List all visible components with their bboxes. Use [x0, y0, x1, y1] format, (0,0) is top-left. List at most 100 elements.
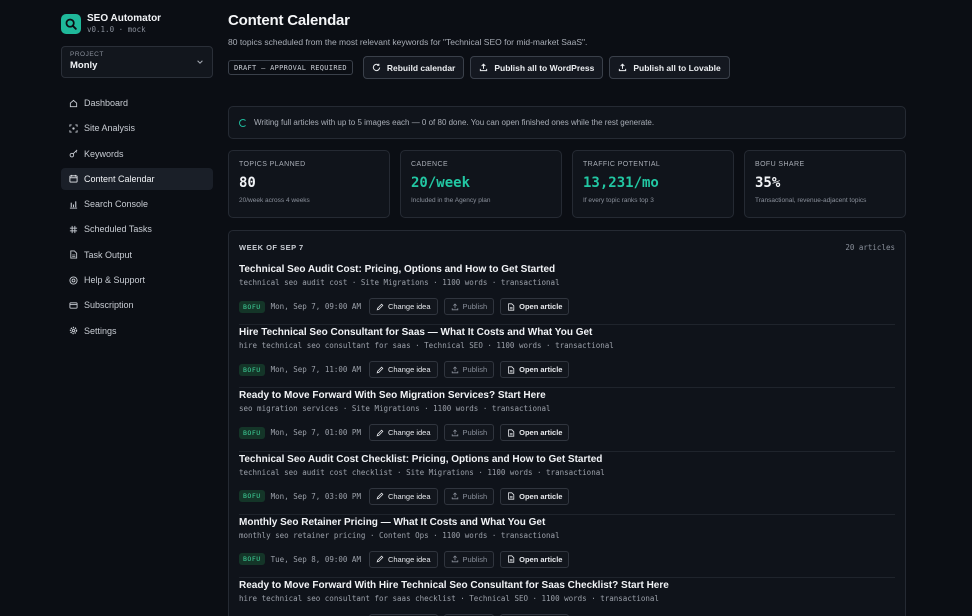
article-schedule-time: Mon, Sep 7, 03:00 PM — [270, 491, 361, 501]
document-icon — [508, 429, 515, 437]
publish-lovable-label: Publish all to Lovable — [633, 62, 721, 73]
spinner-icon — [239, 118, 247, 127]
project-label: PROJECT — [70, 51, 104, 58]
sidebar-item-settings[interactable]: Settings — [61, 320, 213, 342]
stat-card-traffic-potential: TRAFFIC POTENTIAL 13,231/mo If every top… — [572, 150, 734, 218]
article-actions: BOFU Mon, Sep 7, 11:00 AM Change idea Pu… — [239, 361, 895, 379]
sidebar-item-scheduled-tasks[interactable]: Scheduled Tasks — [61, 218, 213, 240]
article-title[interactable]: Technical Seo Audit Cost Checklist: Pric… — [239, 454, 895, 467]
pencil-icon — [376, 429, 384, 437]
sidebar-nav: Dashboard Site Analysis Keywords Content… — [61, 92, 213, 342]
article-title[interactable]: Monthly Seo Retainer Pricing — What It C… — [239, 517, 895, 530]
change-idea-label: Change idea — [387, 428, 431, 438]
calendar-icon — [69, 175, 78, 183]
publish-wordpress-button[interactable]: Publish all to WordPress — [470, 56, 604, 79]
change-idea-button[interactable]: Change idea — [368, 298, 438, 315]
publish-wordpress-label: Publish all to WordPress — [494, 62, 595, 73]
help-icon — [69, 276, 78, 285]
brand[interactable]: SEO Automator v0.1.0 · mock — [61, 12, 213, 36]
funnel-stage-badge: BOFU — [239, 553, 265, 566]
publish-button[interactable]: Publish — [443, 424, 495, 442]
refresh-icon — [372, 63, 381, 72]
article-row: Technical Seo Audit Cost: Pricing, Optio… — [239, 262, 895, 326]
open-article-label: Open article — [519, 302, 563, 311]
article-title[interactable]: Technical Seo Audit Cost: Pricing, Optio… — [239, 264, 895, 277]
stat-card-topics-planned: TOPICS PLANNED 80 20/week across 4 weeks — [228, 150, 390, 218]
article-row: Ready to Move Forward With Hire Technica… — [239, 578, 895, 616]
open-article-label: Open article — [519, 365, 563, 375]
brand-logo-icon — [61, 14, 81, 34]
publish-button[interactable]: Publish — [443, 550, 495, 568]
article-meta: hire technical seo consultant for saas c… — [239, 593, 659, 603]
change-idea-button[interactable]: Change idea — [368, 361, 438, 379]
document-icon — [508, 302, 515, 311]
chevron-down-icon — [197, 60, 203, 64]
project-value: Monly — [70, 60, 98, 71]
home-icon — [69, 99, 78, 107]
publish-label: Publish — [462, 365, 488, 375]
week-header: WEEK OF SEP 7 20 articles — [239, 241, 895, 253]
open-article-button[interactable]: Open article — [500, 361, 570, 379]
sidebar-item-keywords[interactable]: Keywords — [61, 143, 213, 165]
publish-button[interactable]: Publish — [443, 487, 495, 505]
funnel-stage-badge: BOFU — [239, 300, 265, 313]
brand-name: SEO Automator — [87, 13, 162, 24]
stat-value: 35% — [755, 175, 781, 191]
change-idea-button[interactable]: Change idea — [368, 487, 438, 505]
file-icon — [70, 250, 78, 259]
draft-status-badge: DRAFT — APPROVAL REQUIRED — [228, 60, 353, 75]
sidebar-item-subscription[interactable]: Subscription — [61, 294, 213, 316]
article-schedule-time: Mon, Sep 7, 09:00 AM — [270, 302, 361, 311]
rebuild-calendar-button[interactable]: Rebuild calendar — [362, 56, 465, 79]
open-article-button[interactable]: Open article — [500, 298, 570, 315]
sidebar-item-label: Keywords — [84, 148, 124, 159]
publish-button[interactable]: Publish — [443, 361, 495, 379]
funnel-stage-badge: BOFU — [239, 490, 265, 503]
change-idea-button[interactable]: Change idea — [368, 550, 438, 568]
upload-icon — [619, 63, 627, 72]
sidebar-item-content-calendar[interactable]: Content Calendar — [61, 167, 213, 190]
open-article-button[interactable]: Open article — [500, 487, 570, 505]
sidebar-item-search-console[interactable]: Search Console — [61, 193, 213, 215]
open-article-button[interactable]: Open article — [500, 550, 570, 568]
upload-icon — [451, 302, 458, 310]
article-title[interactable]: Ready to Move Forward With Hire Technica… — [239, 580, 895, 593]
publish-lovable-button[interactable]: Publish all to Lovable — [609, 56, 730, 79]
card-icon — [69, 302, 78, 309]
week-panel: WEEK OF SEP 7 20 articles Technical Seo … — [228, 230, 906, 616]
open-article-label: Open article — [519, 491, 563, 501]
publish-button[interactable]: Publish — [443, 298, 495, 315]
article-title[interactable]: Hire Technical Seo Consultant for Saas —… — [239, 327, 895, 340]
article-schedule-time: Mon, Sep 7, 01:00 PM — [270, 428, 361, 438]
open-article-button[interactable]: Open article — [500, 424, 570, 442]
sidebar-item-dashboard[interactable]: Dashboard — [61, 92, 213, 114]
sidebar-item-label: Subscription — [84, 300, 134, 311]
article-row: Technical Seo Audit Cost Checklist: Pric… — [239, 452, 895, 515]
sidebar: SEO Automator v0.1.0 · mock PROJECT Monl… — [0, 0, 222, 616]
sidebar-item-help-support[interactable]: Help & Support — [61, 269, 213, 291]
stat-value: 80 — [239, 175, 256, 191]
change-idea-button[interactable]: Change idea — [368, 424, 438, 442]
article-title[interactable]: Ready to Move Forward With Seo Migration… — [239, 390, 895, 403]
stat-label: CADENCE — [411, 161, 449, 168]
article-list: Technical Seo Audit Cost: Pricing, Optio… — [239, 262, 895, 616]
sidebar-item-site-analysis[interactable]: Site Analysis — [61, 117, 213, 139]
article-actions: BOFU Mon, Sep 7, 09:00 AM Change idea Pu… — [239, 298, 895, 315]
open-article-label: Open article — [519, 428, 563, 438]
sidebar-item-label: Scheduled Tasks — [84, 224, 152, 235]
upload-icon — [451, 429, 458, 437]
stat-card-bofu-share: BOFU SHARE 35% Transactional, revenue-ad… — [744, 150, 906, 218]
document-icon — [508, 366, 515, 374]
sidebar-item-label: Content Calendar — [84, 173, 155, 184]
publish-label: Publish — [462, 554, 488, 564]
document-icon — [508, 492, 515, 500]
article-schedule-time: Tue, Sep 8, 09:00 AM — [270, 554, 361, 564]
sidebar-item-task-output[interactable]: Task Output — [61, 244, 213, 266]
change-idea-label: Change idea — [387, 365, 431, 375]
progress-text: Writing full articles with up to 5 image… — [254, 118, 655, 127]
project-selector[interactable]: PROJECT Monly — [61, 46, 213, 78]
sidebar-item-label: Search Console — [84, 199, 149, 210]
stat-label: BOFU SHARE — [755, 161, 805, 168]
key-icon — [69, 149, 78, 158]
upload-icon — [451, 492, 458, 500]
